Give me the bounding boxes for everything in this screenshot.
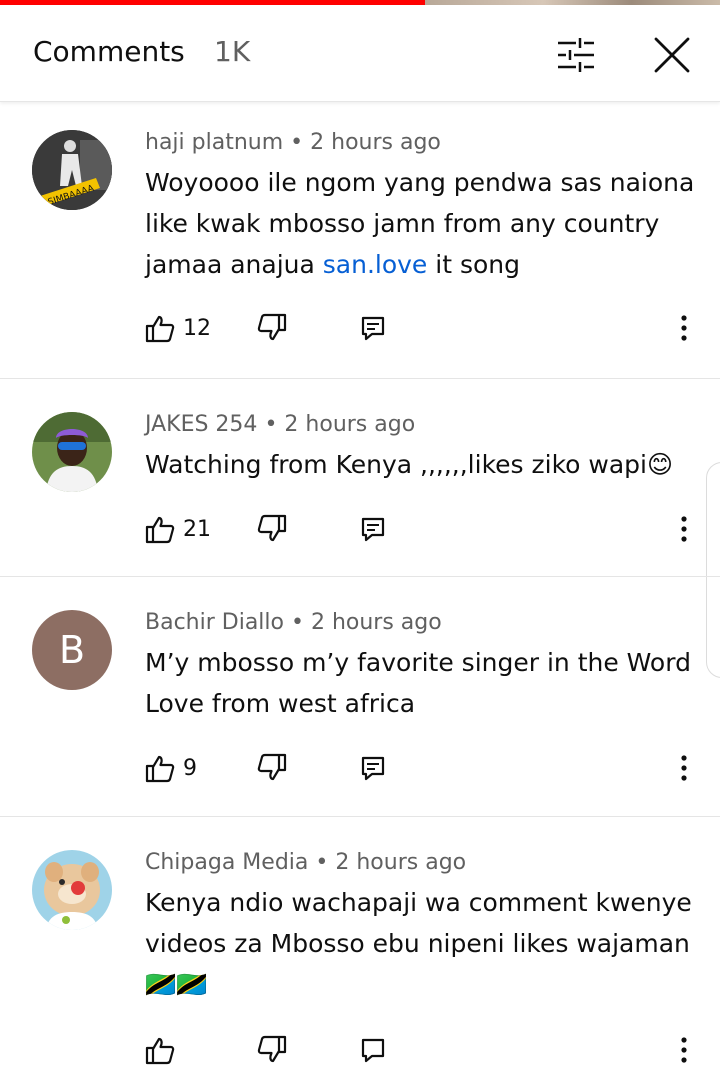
comment-meta: JAKES 254 • 2 hours ago bbox=[145, 412, 415, 437]
thumb-down-icon bbox=[257, 753, 287, 781]
comment-actions: 12 bbox=[0, 308, 720, 348]
comments-header: Comments 1K bbox=[0, 5, 720, 102]
thumb-up-icon bbox=[145, 516, 175, 544]
comment-meta: Chipaga Media • 2 hours ago bbox=[145, 850, 466, 875]
meta-separator: • bbox=[290, 610, 311, 635]
like-count: 9 bbox=[183, 755, 197, 781]
comment-text: Kenya ndio wachapaji wa comment kwenye v… bbox=[145, 888, 692, 999]
comment-time: 2 hours ago bbox=[310, 130, 441, 155]
thumb-up-icon bbox=[145, 755, 175, 783]
like-button[interactable]: 12 bbox=[145, 308, 211, 348]
comment-text: M’y mbosso m’y favorite singer in the Wo… bbox=[145, 648, 691, 718]
avatar[interactable]: SIMBAAAA bbox=[32, 130, 112, 210]
close-icon[interactable] bbox=[652, 35, 692, 75]
thumb-down-icon bbox=[257, 514, 287, 542]
thumb-down-icon bbox=[257, 1035, 287, 1063]
reply-icon bbox=[361, 1038, 385, 1063]
more-button[interactable] bbox=[672, 308, 696, 348]
comments-title: Comments bbox=[33, 35, 185, 68]
meta-separator: • bbox=[315, 850, 336, 875]
avatar-letter: B bbox=[58, 628, 86, 672]
like-count: 21 bbox=[183, 516, 211, 542]
avatar[interactable] bbox=[32, 850, 112, 930]
comment-actions: 9 bbox=[0, 748, 720, 788]
comment-item: B Bachir Diallo • 2 hours ago M’y mbosso… bbox=[0, 577, 720, 817]
comment-actions bbox=[0, 1030, 720, 1070]
comment-author[interactable]: JAKES 254 bbox=[145, 412, 257, 437]
reply-button[interactable] bbox=[360, 1030, 386, 1070]
more-vert-icon bbox=[681, 1037, 687, 1063]
more-vert-icon bbox=[681, 755, 687, 781]
comment-item: Chipaga Media • 2 hours ago Kenya ndio w… bbox=[0, 817, 720, 1065]
like-button[interactable]: 9 bbox=[145, 748, 197, 788]
comment-meta: haji platnum • 2 hours ago bbox=[145, 130, 441, 155]
like-button[interactable]: 21 bbox=[145, 509, 211, 549]
more-vert-icon bbox=[681, 315, 687, 341]
reply-icon bbox=[361, 517, 385, 542]
comment-item: JAKES 254 • 2 hours ago Watching from Ke… bbox=[0, 378, 720, 577]
dislike-button[interactable] bbox=[257, 308, 287, 348]
comment-meta: Bachir Diallo • 2 hours ago bbox=[145, 610, 442, 635]
comment-time: 2 hours ago bbox=[335, 850, 467, 875]
meta-separator: • bbox=[290, 130, 311, 155]
thumb-up-icon bbox=[145, 315, 175, 343]
more-button[interactable] bbox=[672, 748, 696, 788]
more-button[interactable] bbox=[672, 509, 696, 549]
comment-author[interactable]: Chipaga Media bbox=[145, 850, 308, 875]
filter-icon[interactable] bbox=[556, 37, 596, 73]
comment-author[interactable]: Bachir Diallo bbox=[145, 610, 284, 635]
comment-link[interactable]: san.love bbox=[323, 250, 428, 279]
meta-separator: • bbox=[264, 412, 285, 437]
comment-text-part: it song bbox=[427, 250, 520, 279]
comments-count: 1K bbox=[214, 35, 251, 68]
reply-icon bbox=[361, 316, 385, 341]
dislike-button[interactable] bbox=[257, 748, 287, 788]
comment-text: Woyoooo ile ngom yang pendwa sas naiona … bbox=[145, 162, 705, 285]
more-button[interactable] bbox=[672, 1030, 696, 1070]
comment-actions: 21 bbox=[0, 509, 720, 549]
comment-time: 2 hours ago bbox=[284, 412, 416, 437]
like-count: 12 bbox=[183, 315, 211, 341]
avatar[interactable]: B bbox=[32, 610, 112, 690]
reply-icon bbox=[361, 756, 385, 781]
thumb-down-icon bbox=[257, 313, 287, 341]
dislike-button[interactable] bbox=[257, 509, 287, 549]
reply-button[interactable] bbox=[360, 509, 386, 549]
comment-time: 2 hours ago bbox=[310, 610, 442, 635]
comment-item: SIMBAAAA haji platnum • 2 hours ago Woyo… bbox=[0, 102, 720, 379]
like-button[interactable] bbox=[145, 1030, 183, 1070]
comment-author[interactable]: haji platnum bbox=[145, 130, 283, 155]
comment-text: Watching from Kenya ,,,,,,likes ziko wap… bbox=[145, 450, 674, 479]
reply-button[interactable] bbox=[360, 748, 386, 788]
thumb-up-icon bbox=[145, 1037, 175, 1065]
reply-button[interactable] bbox=[360, 308, 386, 348]
avatar[interactable] bbox=[32, 412, 112, 492]
dislike-button[interactable] bbox=[257, 1030, 287, 1070]
more-vert-icon bbox=[681, 516, 687, 542]
